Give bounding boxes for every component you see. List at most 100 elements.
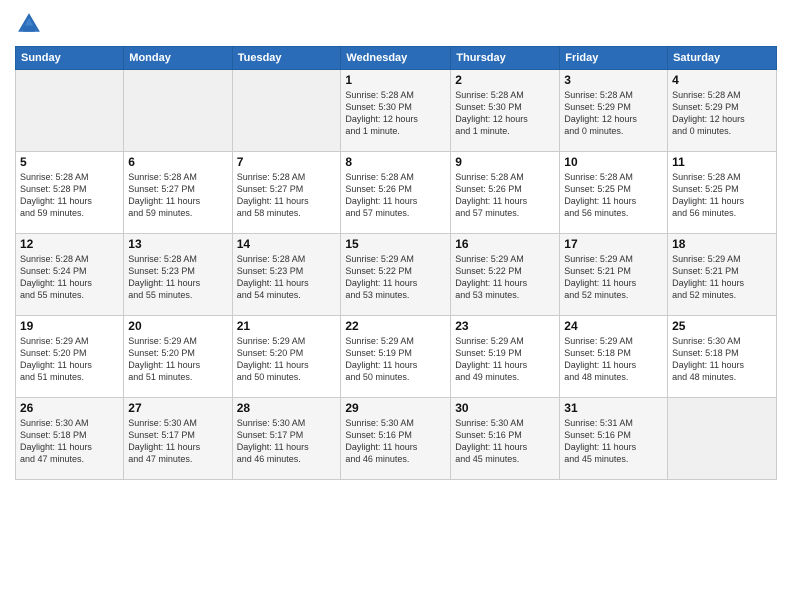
day-info: Sunrise: 5:28 AM Sunset: 5:27 PM Dayligh… bbox=[128, 171, 227, 220]
day-number: 3 bbox=[564, 73, 663, 87]
calendar-cell: 20 Sunrise: 5:29 AM Sunset: 5:20 PM Dayli… bbox=[124, 316, 232, 398]
day-info: Sunrise: 5:28 AM Sunset: 5:27 PM Dayligh… bbox=[237, 171, 337, 220]
day-number: 23 bbox=[455, 319, 555, 333]
day-header-thursday: Thursday bbox=[451, 47, 560, 70]
calendar-cell: 5 Sunrise: 5:28 AM Sunset: 5:28 PM Daylig… bbox=[16, 152, 124, 234]
day-info: Sunrise: 5:29 AM Sunset: 5:19 PM Dayligh… bbox=[345, 335, 446, 384]
calendar-cell: 7 Sunrise: 5:28 AM Sunset: 5:27 PM Daylig… bbox=[232, 152, 341, 234]
day-info: Sunrise: 5:29 AM Sunset: 5:22 PM Dayligh… bbox=[455, 253, 555, 302]
day-number: 1 bbox=[345, 73, 446, 87]
day-info: Sunrise: 5:28 AM Sunset: 5:29 PM Dayligh… bbox=[564, 89, 663, 138]
day-number: 17 bbox=[564, 237, 663, 251]
calendar-week-2: 5 Sunrise: 5:28 AM Sunset: 5:28 PM Daylig… bbox=[16, 152, 777, 234]
calendar-header-row: SundayMondayTuesdayWednesdayThursdayFrid… bbox=[16, 47, 777, 70]
day-info: Sunrise: 5:28 AM Sunset: 5:24 PM Dayligh… bbox=[20, 253, 119, 302]
day-header-sunday: Sunday bbox=[16, 47, 124, 70]
page-container: SundayMondayTuesdayWednesdayThursdayFrid… bbox=[0, 0, 792, 485]
calendar-cell: 10 Sunrise: 5:28 AM Sunset: 5:25 PM Dayli… bbox=[560, 152, 668, 234]
day-number: 22 bbox=[345, 319, 446, 333]
day-number: 25 bbox=[672, 319, 772, 333]
day-info: Sunrise: 5:29 AM Sunset: 5:20 PM Dayligh… bbox=[237, 335, 337, 384]
calendar-cell: 22 Sunrise: 5:29 AM Sunset: 5:19 PM Dayli… bbox=[341, 316, 451, 398]
calendar-cell: 28 Sunrise: 5:30 AM Sunset: 5:17 PM Dayli… bbox=[232, 398, 341, 480]
day-info: Sunrise: 5:30 AM Sunset: 5:18 PM Dayligh… bbox=[672, 335, 772, 384]
day-number: 19 bbox=[20, 319, 119, 333]
day-number: 8 bbox=[345, 155, 446, 169]
calendar-cell: 21Sunrise: 5:29 AM Sunset: 5:20 PM Dayli… bbox=[232, 316, 341, 398]
calendar-cell: 14 Sunrise: 5:28 AM Sunset: 5:23 PM Dayli… bbox=[232, 234, 341, 316]
day-info: Sunrise: 5:28 AM Sunset: 5:26 PM Dayligh… bbox=[345, 171, 446, 220]
calendar-cell: 16 Sunrise: 5:29 AM Sunset: 5:22 PM Dayli… bbox=[451, 234, 560, 316]
calendar-cell bbox=[668, 398, 777, 480]
calendar-cell: 18 Sunrise: 5:29 AM Sunset: 5:21 PM Dayli… bbox=[668, 234, 777, 316]
calendar-cell bbox=[124, 70, 232, 152]
day-header-friday: Friday bbox=[560, 47, 668, 70]
calendar-cell: 1 Sunrise: 5:28 AM Sunset: 5:30 PM Daylig… bbox=[341, 70, 451, 152]
day-number: 10 bbox=[564, 155, 663, 169]
day-info: Sunrise: 5:30 AM Sunset: 5:16 PM Dayligh… bbox=[345, 417, 446, 466]
calendar-cell: 8 Sunrise: 5:28 AM Sunset: 5:26 PM Daylig… bbox=[341, 152, 451, 234]
day-info: Sunrise: 5:29 AM Sunset: 5:21 PM Dayligh… bbox=[564, 253, 663, 302]
day-info: Sunrise: 5:29 AM Sunset: 5:20 PM Dayligh… bbox=[20, 335, 119, 384]
day-info: Sunrise: 5:28 AM Sunset: 5:29 PM Dayligh… bbox=[672, 89, 772, 138]
day-header-wednesday: Wednesday bbox=[341, 47, 451, 70]
day-info: Sunrise: 5:29 AM Sunset: 5:19 PM Dayligh… bbox=[455, 335, 555, 384]
calendar-cell: 12Sunrise: 5:28 AM Sunset: 5:24 PM Dayli… bbox=[16, 234, 124, 316]
day-number: 16 bbox=[455, 237, 555, 251]
logo-icon bbox=[15, 10, 43, 38]
calendar-cell: 29 Sunrise: 5:30 AM Sunset: 5:16 PM Dayli… bbox=[341, 398, 451, 480]
calendar-cell: 4 Sunrise: 5:28 AM Sunset: 5:29 PM Daylig… bbox=[668, 70, 777, 152]
day-number: 14 bbox=[237, 237, 337, 251]
day-number: 24 bbox=[564, 319, 663, 333]
calendar-cell: 30Sunrise: 5:30 AM Sunset: 5:16 PM Dayli… bbox=[451, 398, 560, 480]
calendar-cell: 3 Sunrise: 5:28 AM Sunset: 5:29 PM Daylig… bbox=[560, 70, 668, 152]
day-header-saturday: Saturday bbox=[668, 47, 777, 70]
calendar-cell bbox=[232, 70, 341, 152]
day-number: 11 bbox=[672, 155, 772, 169]
day-info: Sunrise: 5:29 AM Sunset: 5:22 PM Dayligh… bbox=[345, 253, 446, 302]
calendar-cell: 26 Sunrise: 5:30 AM Sunset: 5:18 PM Dayli… bbox=[16, 398, 124, 480]
calendar-week-1: 1 Sunrise: 5:28 AM Sunset: 5:30 PM Daylig… bbox=[16, 70, 777, 152]
day-number: 2 bbox=[455, 73, 555, 87]
day-number: 29 bbox=[345, 401, 446, 415]
day-number: 28 bbox=[237, 401, 337, 415]
day-info: Sunrise: 5:28 AM Sunset: 5:25 PM Dayligh… bbox=[564, 171, 663, 220]
day-info: Sunrise: 5:28 AM Sunset: 5:23 PM Dayligh… bbox=[237, 253, 337, 302]
calendar-cell: 23 Sunrise: 5:29 AM Sunset: 5:19 PM Dayli… bbox=[451, 316, 560, 398]
day-info: Sunrise: 5:29 AM Sunset: 5:20 PM Dayligh… bbox=[128, 335, 227, 384]
calendar-week-3: 12Sunrise: 5:28 AM Sunset: 5:24 PM Dayli… bbox=[16, 234, 777, 316]
day-info: Sunrise: 5:28 AM Sunset: 5:28 PM Dayligh… bbox=[20, 171, 119, 220]
calendar-cell bbox=[16, 70, 124, 152]
day-info: Sunrise: 5:31 AM Sunset: 5:16 PM Dayligh… bbox=[564, 417, 663, 466]
calendar-cell: 13Sunrise: 5:28 AM Sunset: 5:23 PM Dayli… bbox=[124, 234, 232, 316]
day-number: 15 bbox=[345, 237, 446, 251]
day-number: 7 bbox=[237, 155, 337, 169]
day-number: 4 bbox=[672, 73, 772, 87]
day-number: 20 bbox=[128, 319, 227, 333]
calendar-cell: 27Sunrise: 5:30 AM Sunset: 5:17 PM Dayli… bbox=[124, 398, 232, 480]
day-info: Sunrise: 5:29 AM Sunset: 5:21 PM Dayligh… bbox=[672, 253, 772, 302]
day-info: Sunrise: 5:29 AM Sunset: 5:18 PM Dayligh… bbox=[564, 335, 663, 384]
day-info: Sunrise: 5:28 AM Sunset: 5:26 PM Dayligh… bbox=[455, 171, 555, 220]
day-number: 5 bbox=[20, 155, 119, 169]
calendar-week-4: 19 Sunrise: 5:29 AM Sunset: 5:20 PM Dayli… bbox=[16, 316, 777, 398]
day-number: 6 bbox=[128, 155, 227, 169]
day-info: Sunrise: 5:30 AM Sunset: 5:17 PM Dayligh… bbox=[237, 417, 337, 466]
day-number: 18 bbox=[672, 237, 772, 251]
calendar-cell: 11Sunrise: 5:28 AM Sunset: 5:25 PM Dayli… bbox=[668, 152, 777, 234]
calendar-cell: 19 Sunrise: 5:29 AM Sunset: 5:20 PM Dayli… bbox=[16, 316, 124, 398]
day-number: 31 bbox=[564, 401, 663, 415]
calendar-cell: 24 Sunrise: 5:29 AM Sunset: 5:18 PM Dayli… bbox=[560, 316, 668, 398]
day-header-monday: Monday bbox=[124, 47, 232, 70]
logo bbox=[15, 10, 47, 38]
day-info: Sunrise: 5:30 AM Sunset: 5:18 PM Dayligh… bbox=[20, 417, 119, 466]
day-number: 9 bbox=[455, 155, 555, 169]
calendar-cell: 6 Sunrise: 5:28 AM Sunset: 5:27 PM Daylig… bbox=[124, 152, 232, 234]
calendar-cell: 17 Sunrise: 5:29 AM Sunset: 5:21 PM Dayli… bbox=[560, 234, 668, 316]
day-number: 26 bbox=[20, 401, 119, 415]
day-info: Sunrise: 5:28 AM Sunset: 5:30 PM Dayligh… bbox=[345, 89, 446, 138]
day-info: Sunrise: 5:30 AM Sunset: 5:16 PM Dayligh… bbox=[455, 417, 555, 466]
calendar-week-5: 26 Sunrise: 5:30 AM Sunset: 5:18 PM Dayli… bbox=[16, 398, 777, 480]
calendar-cell: 15 Sunrise: 5:29 AM Sunset: 5:22 PM Dayli… bbox=[341, 234, 451, 316]
page-header bbox=[15, 10, 777, 38]
